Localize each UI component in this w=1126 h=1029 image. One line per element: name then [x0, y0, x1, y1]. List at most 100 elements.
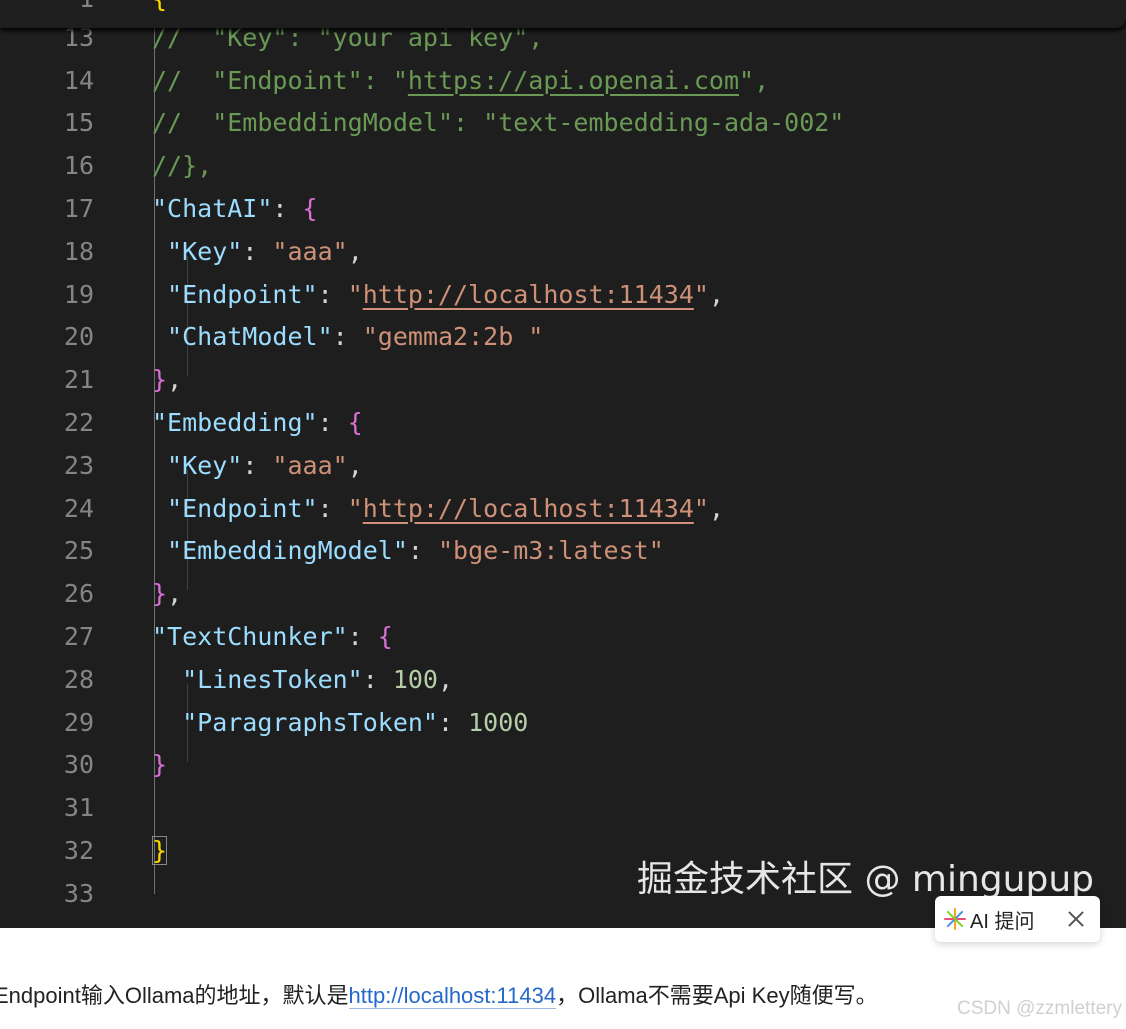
code-line: 29 "ParagraphsToken": 1000 [0, 702, 1126, 745]
code-line: 23 "Key": "aaa", [0, 445, 1126, 488]
code-text: // "EmbeddingModel": "text-embedding-ada… [152, 102, 844, 145]
code-token: : [347, 621, 378, 651]
line-number: 18 [63, 236, 94, 266]
code-token: ", [739, 65, 770, 95]
code-token: "Embedding" [152, 407, 318, 437]
code-text: //}, [152, 145, 212, 188]
line-number: 28 [63, 664, 94, 694]
code-token: https://api.openai.com [407, 65, 740, 95]
code-text: } [152, 744, 167, 787]
code-token: : [317, 407, 348, 437]
line-number: 19 [63, 279, 94, 309]
code-token: "Key" [152, 236, 243, 266]
code-text: }, [152, 573, 182, 616]
code-line: 26}, [0, 573, 1126, 616]
code-token: "bge-m3:latest" [437, 536, 664, 566]
line-number: 32 [63, 835, 94, 865]
line-number: 23 [63, 450, 94, 480]
localhost-link[interactable]: http://localhost:11434 [348, 983, 557, 1009]
code-line: 27 "TextChunker": { [0, 616, 1126, 659]
code-screenshot: 12// "Embedding": {13// "Key": "your api… [0, 0, 1126, 928]
code-text: "Endpoint": "http://localhost:11434", [152, 274, 724, 317]
code-line: 25 "EmbeddingModel": "bge-m3:latest" [0, 530, 1126, 573]
sparkle-icon [944, 908, 966, 930]
code-text: "ChatModel": "gemma2:2b " [152, 316, 543, 359]
code-token: "ParagraphsToken" [152, 707, 438, 737]
code-token: } [152, 750, 168, 780]
code-token: // "EmbeddingModel": "text-embedding-ada… [152, 108, 845, 138]
ai-ask-label[interactable]: AI 提问 [970, 905, 1034, 934]
code-text: } [152, 830, 168, 873]
code-token: } [152, 365, 168, 395]
csdn-watermark: CSDN @zzmlettery [957, 998, 1122, 1019]
line-number: 25 [63, 536, 94, 566]
code-token: } [152, 835, 168, 865]
line-number: 21 [63, 365, 94, 395]
code-token: , [167, 579, 183, 609]
line-number: 22 [63, 407, 94, 437]
code-token: http://localhost:11434 [362, 279, 694, 309]
code-token: " [693, 279, 709, 309]
code-text: // "Endpoint": "https://api.openai.com", [152, 60, 769, 103]
line-number: 1 [79, 0, 94, 13]
code-text: "LinesToken": 100, [152, 659, 453, 702]
code-text: "ParagraphsToken": 1000 [152, 702, 528, 745]
code-token: , [347, 450, 363, 480]
code-token: "ChatAI" [152, 193, 273, 223]
code-line: 14 // "Endpoint": "https://api.openai.com… [0, 60, 1126, 103]
code-line: 31 [0, 787, 1126, 830]
code-line: 15 // "EmbeddingModel": "text-embedding-a… [0, 102, 1126, 145]
code-token: { [347, 407, 363, 437]
code-line: 16 //}, [0, 145, 1126, 188]
code-line: 28 "LinesToken": 100, [0, 659, 1126, 702]
code-line: 24 "Endpoint": "http://localhost:11434", [0, 488, 1126, 531]
code-line: 17 "ChatAI": { [0, 188, 1126, 231]
code-line: 21}, [0, 359, 1126, 402]
code-token: " [693, 493, 709, 523]
caption-before: Endpoint输入Ollama的地址，默认是 [0, 983, 349, 1008]
code-text: "Key": "aaa", [152, 445, 363, 488]
line-number: 30 [63, 750, 94, 780]
code-token: : [437, 707, 469, 737]
code-token: //}, [152, 151, 213, 181]
code-token: : [407, 536, 438, 566]
code-token: : [272, 193, 303, 223]
code-token: // "Endpoint": " [152, 65, 408, 95]
code-token: 1000 [468, 707, 529, 737]
code-token: : [332, 322, 363, 352]
code-line: 30} [0, 744, 1126, 787]
code-token: " [347, 279, 363, 309]
code-body: 12// "Embedding": {13// "Key": "your api… [0, 0, 1126, 916]
ai-ask-popup[interactable]: AI 提问 [935, 896, 1100, 942]
code-text: "Embedding": { [152, 402, 363, 445]
watermark: 掘金技术社区 @ mingupup [637, 859, 1094, 900]
code-line: 20 "ChatModel": "gemma2:2b " [0, 316, 1126, 359]
caption-text: Endpoint输入Ollama的地址，默认是http://localhost:… [0, 978, 878, 1010]
code-token: , [167, 365, 183, 395]
line-number: 24 [63, 493, 94, 523]
code-token: : [317, 279, 348, 309]
line-number: 29 [63, 707, 94, 737]
code-token: " [347, 493, 363, 523]
code-token: } [152, 579, 168, 609]
code-text: "ChatAI": { [152, 188, 318, 231]
code-token: , [708, 279, 725, 309]
code-token: "Endpoint" [152, 493, 318, 523]
line-number: 33 [63, 878, 94, 908]
close-icon[interactable] [1066, 909, 1086, 929]
code-token: , [708, 493, 725, 523]
code-text: }, [152, 359, 182, 402]
line-number: 17 [63, 193, 94, 223]
code-token: "TextChunker" [152, 621, 348, 651]
code-token: "Key" [152, 450, 243, 480]
code-text: "TextChunker": { [152, 616, 393, 659]
line-number: 14 [63, 65, 94, 95]
code-token: "ChatModel" [152, 322, 333, 352]
code-line: 18 "Key": "aaa", [0, 231, 1126, 274]
line-number: 31 [63, 793, 94, 823]
code-token: , [437, 664, 454, 694]
code-token: "Endpoint" [152, 279, 318, 309]
code-token: 100 [392, 664, 438, 694]
line-number: 27 [63, 621, 94, 651]
open-brace: { [152, 0, 167, 13]
